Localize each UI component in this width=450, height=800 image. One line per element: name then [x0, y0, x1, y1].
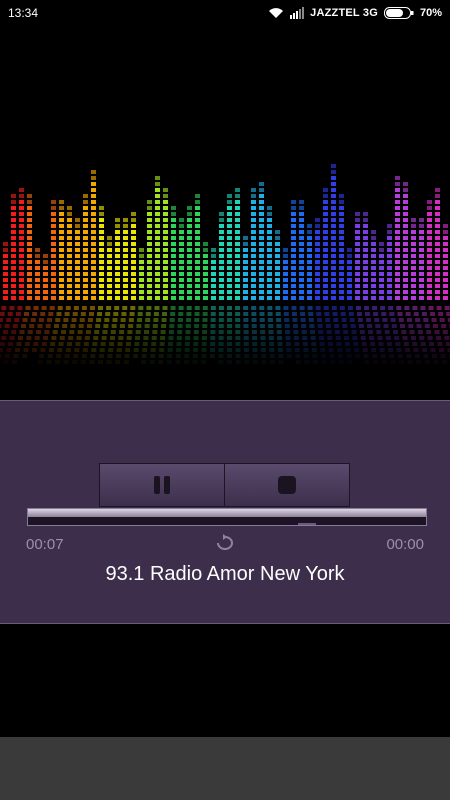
playback-controls [99, 463, 350, 507]
equalizer-visualizer [0, 164, 450, 364]
stop-icon [278, 476, 296, 494]
carrier-label: JAZZTEL 3G [310, 7, 378, 19]
status-icons: JAZZTEL 3G 70% [268, 7, 442, 19]
seek-bar[interactable] [27, 508, 427, 526]
status-bar: 13:34 JAZZTEL 3G 70% [0, 0, 450, 26]
repeat-icon[interactable] [213, 533, 237, 553]
elapsed-time: 00:07 [26, 536, 64, 553]
stop-button[interactable] [225, 464, 349, 506]
player-panel: 00:07 00:00 93.1 Radio Amor New York [0, 400, 450, 624]
status-time: 13:34 [8, 6, 39, 20]
pause-button[interactable] [100, 464, 225, 506]
total-time: 00:00 [386, 536, 424, 553]
pause-icon [154, 476, 170, 494]
seek-track [28, 509, 426, 517]
signal-icon [290, 7, 305, 19]
station-name: 93.1 Radio Amor New York [105, 563, 345, 585]
battery-icon [383, 7, 414, 19]
battery-percent: 70% [419, 7, 442, 19]
navigation-bar [0, 737, 450, 800]
wifi-icon [269, 8, 284, 18]
seek-thumb[interactable] [298, 523, 316, 525]
